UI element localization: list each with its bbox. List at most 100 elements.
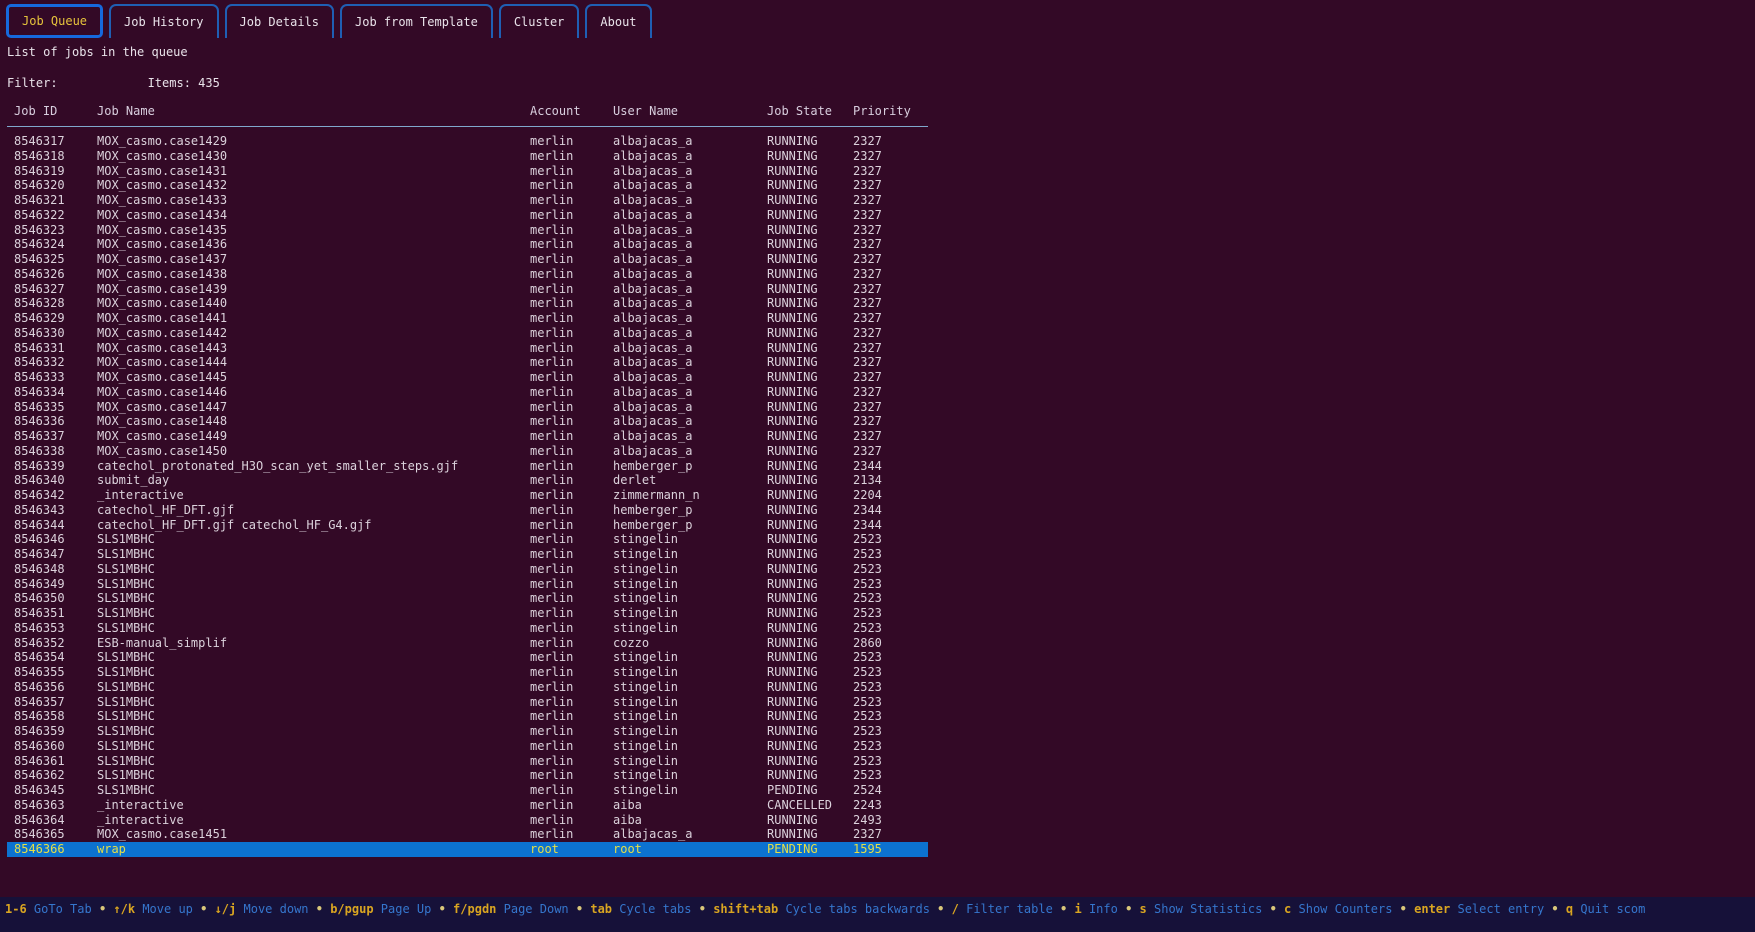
table-row[interactable]: 8546353SLS1MBHCmerlinstingelinRUNNING252…: [7, 621, 928, 636]
table-row[interactable]: 8546355SLS1MBHCmerlinstingelinRUNNING252…: [7, 665, 928, 680]
status-bar: 1-6 GoTo Tab • ↑/k Move up • ↓/j Move do…: [0, 897, 1755, 932]
table-row[interactable]: 8546337MOX_casmo.case1449merlinalbajacas…: [7, 429, 928, 444]
cell-job-name: SLS1MBHC: [97, 783, 530, 798]
table-row[interactable]: 8546332MOX_casmo.case1444merlinalbajacas…: [7, 355, 928, 370]
shortcut-separator: •: [930, 902, 952, 916]
table-row[interactable]: 8546342_interactivemerlinzimmermann_nRUN…: [7, 488, 928, 503]
tab-cluster[interactable]: Cluster: [499, 4, 580, 38]
tab-job-details[interactable]: Job Details: [225, 4, 334, 38]
table-row[interactable]: 8546327MOX_casmo.case1439merlinalbajacas…: [7, 282, 928, 297]
table-row[interactable]: 8546324MOX_casmo.case1436merlinalbajacas…: [7, 237, 928, 252]
column-header-user-name: User Name: [613, 103, 767, 119]
table-row[interactable]: 8546330MOX_casmo.case1442merlinalbajacas…: [7, 326, 928, 341]
table-row[interactable]: 8546360SLS1MBHCmerlinstingelinRUNNING252…: [7, 739, 928, 754]
page-subtitle: List of jobs in the queue: [7, 45, 188, 59]
cell-account: merlin: [530, 739, 613, 754]
table-row[interactable]: 8546364_interactivemerlinaibaRUNNING2493: [7, 813, 928, 828]
cell-job-name: MOX_casmo.case1431: [97, 164, 530, 179]
shortcut-key: enter: [1414, 902, 1450, 916]
tab-job-queue[interactable]: Job Queue: [6, 4, 103, 38]
table-row[interactable]: 8546331MOX_casmo.case1443merlinalbajacas…: [7, 341, 928, 356]
cell-job-state: RUNNING: [767, 296, 853, 311]
cell-user-name: stingelin: [613, 768, 767, 783]
table-row[interactable]: 8546338MOX_casmo.case1450merlinalbajacas…: [7, 444, 928, 459]
table-row[interactable]: 8546356SLS1MBHCmerlinstingelinRUNNING252…: [7, 680, 928, 695]
cell-priority: 2327: [853, 267, 928, 282]
table-row[interactable]: 8546322MOX_casmo.case1434merlinalbajacas…: [7, 208, 928, 223]
cell-job-state: RUNNING: [767, 547, 853, 562]
cell-account: merlin: [530, 577, 613, 592]
tab-job-from-template[interactable]: Job from Template: [340, 4, 493, 38]
table-row[interactable]: 8546328MOX_casmo.case1440merlinalbajacas…: [7, 296, 928, 311]
table-row[interactable]: 8546326MOX_casmo.case1438merlinalbajacas…: [7, 267, 928, 282]
cell-job-state: RUNNING: [767, 695, 853, 710]
table-row[interactable]: 8546348SLS1MBHCmerlinstingelinRUNNING252…: [7, 562, 928, 577]
table-row[interactable]: 8546325MOX_casmo.case1437merlinalbajacas…: [7, 252, 928, 267]
cell-job-id: 8546330: [7, 326, 97, 341]
table-row[interactable]: 8546358SLS1MBHCmerlinstingelinRUNNING252…: [7, 709, 928, 724]
table-row[interactable]: 8546321MOX_casmo.case1433merlinalbajacas…: [7, 193, 928, 208]
table-row[interactable]: 8546334MOX_casmo.case1446merlinalbajacas…: [7, 385, 928, 400]
cell-account: merlin: [530, 724, 613, 739]
table-row[interactable]: 8546333MOX_casmo.case1445merlinalbajacas…: [7, 370, 928, 385]
table-row[interactable]: 8546359SLS1MBHCmerlinstingelinRUNNING252…: [7, 724, 928, 739]
cell-job-state: RUNNING: [767, 813, 853, 828]
table-row[interactable]: 8546336MOX_casmo.case1448merlinalbajacas…: [7, 414, 928, 429]
table-row[interactable]: 8546351SLS1MBHCmerlinstingelinRUNNING252…: [7, 606, 928, 621]
cell-job-id: 8546317: [7, 134, 97, 149]
table-row[interactable]: 8546362SLS1MBHCmerlinstingelinRUNNING252…: [7, 768, 928, 783]
cell-account: merlin: [530, 532, 613, 547]
table-row[interactable]: 8546363_interactivemerlinaibaCANCELLED22…: [7, 798, 928, 813]
cell-priority: 2327: [853, 149, 928, 164]
cell-account: merlin: [530, 193, 613, 208]
cell-priority: 2523: [853, 621, 928, 636]
cell-account: merlin: [530, 208, 613, 223]
cell-account: merlin: [530, 827, 613, 842]
cell-user-name: albajacas_a: [613, 267, 767, 282]
table-row[interactable]: 8546344catechol_HF_DFT.gjf catechol_HF_G…: [7, 518, 928, 533]
cell-job-name: MOX_casmo.case1448: [97, 414, 530, 429]
table-row[interactable]: 8546350SLS1MBHCmerlinstingelinRUNNING252…: [7, 591, 928, 606]
tab-about[interactable]: About: [585, 4, 651, 38]
cell-user-name: hemberger_p: [613, 518, 767, 533]
cell-job-name: _interactive: [97, 798, 530, 813]
cell-user-name: albajacas_a: [613, 355, 767, 370]
table-row[interactable]: 8546340submit_daymerlinderletRUNNING2134: [7, 473, 928, 488]
table-row[interactable]: 8546361SLS1MBHCmerlinstingelinRUNNING252…: [7, 754, 928, 769]
cell-account: merlin: [530, 813, 613, 828]
table-row[interactable]: 8546357SLS1MBHCmerlinstingelinRUNNING252…: [7, 695, 928, 710]
cell-job-name: SLS1MBHC: [97, 562, 530, 577]
shortcut-desc: Quit scom: [1573, 902, 1645, 916]
cell-user-name: stingelin: [613, 621, 767, 636]
cell-job-state: RUNNING: [767, 768, 853, 783]
cell-job-state: RUNNING: [767, 326, 853, 341]
cell-job-name: catechol_HF_DFT.gjf catechol_HF_G4.gjf: [97, 518, 530, 533]
cell-job-state: RUNNING: [767, 444, 853, 459]
table-row[interactable]: 8546352ESB-manual_simplifmerlincozzoRUNN…: [7, 636, 928, 651]
table-row[interactable]: 8546335MOX_casmo.case1447merlinalbajacas…: [7, 400, 928, 415]
table-row[interactable]: 8546365MOX_casmo.case1451merlinalbajacas…: [7, 827, 928, 842]
table-row[interactable]: 8546366wraprootrootPENDING1595: [7, 842, 928, 857]
cell-job-state: RUNNING: [767, 355, 853, 370]
table-row[interactable]: 8546346SLS1MBHCmerlinstingelinRUNNING252…: [7, 532, 928, 547]
table-row[interactable]: 8546319MOX_casmo.case1431merlinalbajacas…: [7, 164, 928, 179]
table-row[interactable]: 8546354SLS1MBHCmerlinstingelinRUNNING252…: [7, 650, 928, 665]
table-row[interactable]: 8546349SLS1MBHCmerlinstingelinRUNNING252…: [7, 577, 928, 592]
tab-job-history[interactable]: Job History: [109, 4, 218, 38]
table-row[interactable]: 8546329MOX_casmo.case1441merlinalbajacas…: [7, 311, 928, 326]
cell-account: merlin: [530, 680, 613, 695]
shortcut-separator: •: [193, 902, 215, 916]
cell-job-name: SLS1MBHC: [97, 768, 530, 783]
table-row[interactable]: 8546317MOX_casmo.case1429merlinalbajacas…: [7, 134, 928, 149]
table-row[interactable]: 8546320MOX_casmo.case1432merlinalbajacas…: [7, 178, 928, 193]
table-row[interactable]: 8546345SLS1MBHCmerlinstingelinPENDING252…: [7, 783, 928, 798]
table-row[interactable]: 8546323MOX_casmo.case1435merlinalbajacas…: [7, 223, 928, 238]
cell-job-id: 8546329: [7, 311, 97, 326]
table-row[interactable]: 8546318MOX_casmo.case1430merlinalbajacas…: [7, 149, 928, 164]
cell-job-id: 8546336: [7, 414, 97, 429]
cell-job-state: RUNNING: [767, 680, 853, 695]
table-row[interactable]: 8546347SLS1MBHCmerlinstingelinRUNNING252…: [7, 547, 928, 562]
filter-label[interactable]: Filter:: [7, 76, 58, 90]
table-row[interactable]: 8546343catechol_HF_DFT.gjfmerlinhemberge…: [7, 503, 928, 518]
table-row[interactable]: 8546339catechol_protonated_H3O_scan_yet_…: [7, 459, 928, 474]
